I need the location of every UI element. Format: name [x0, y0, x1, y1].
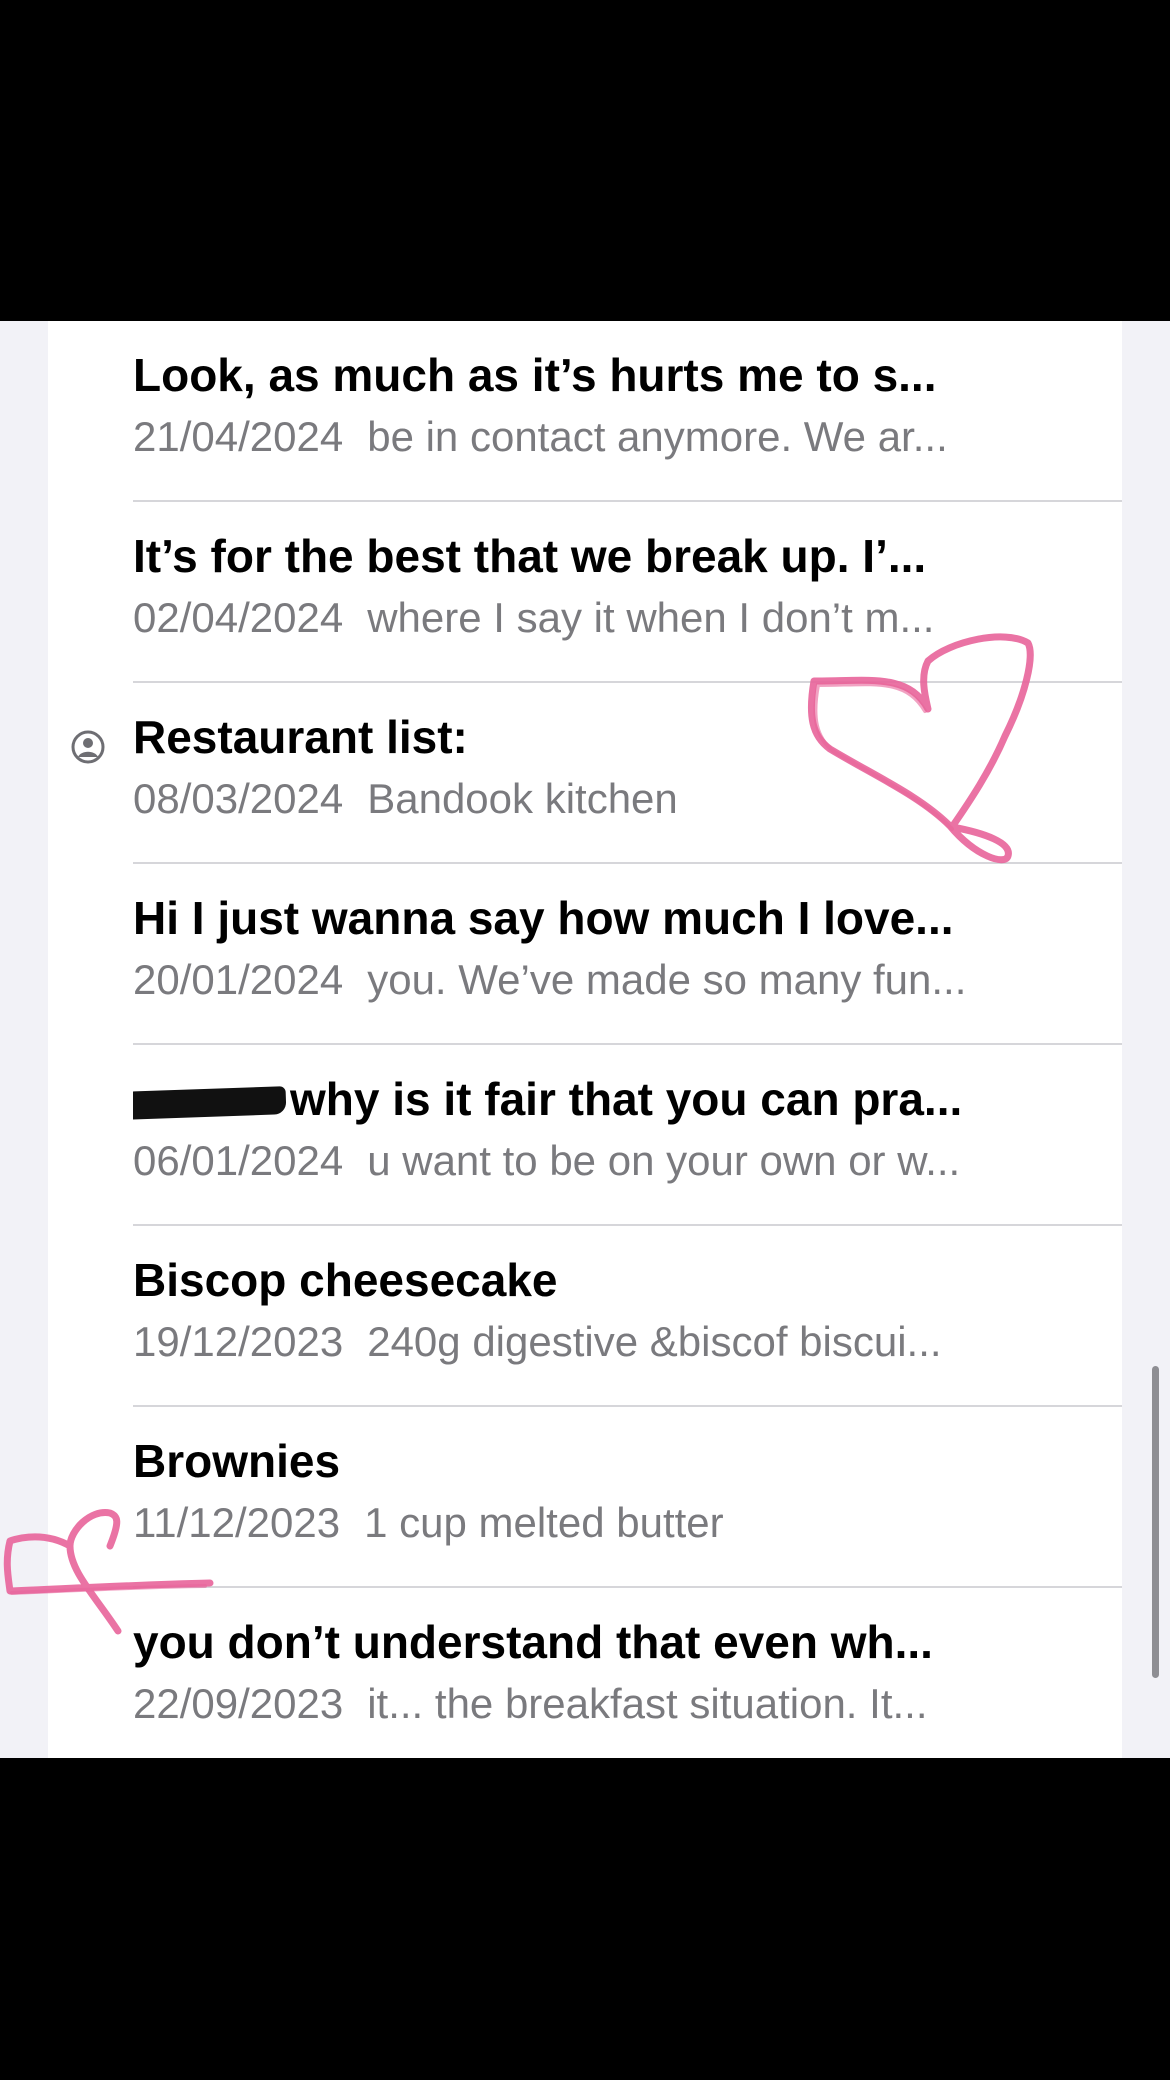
note-row[interactable]: why is it fair that you can pra... 06/01… [48, 1045, 1122, 1226]
note-title: Restaurant list: [133, 711, 468, 763]
note-subtitle: 19/12/2023 240g digestive &biscof biscui.… [133, 1318, 1113, 1366]
note-date: 19/12/2023 [133, 1318, 344, 1365]
note-date: 08/03/2024 [133, 775, 344, 822]
note-preview: you. We’ve made so many fun... [367, 956, 967, 1003]
note-subtitle: 02/04/2024 where I say it when I don’t m.… [133, 594, 1113, 642]
note-preview: Bandook kitchen [367, 775, 678, 822]
note-subtitle: 08/03/2024 Bandook kitchen [133, 775, 1113, 823]
top-black-bar [0, 0, 1170, 321]
note-subtitle: 21/04/2024 be in contact anymore. We ar..… [133, 413, 1113, 461]
note-preview: be in contact anymore. We ar... [367, 413, 948, 460]
person-circle-icon [71, 730, 105, 764]
note-row[interactable]: Biscop cheesecake 19/12/2023 240g digesti… [48, 1226, 1122, 1407]
bottom-black-bar [0, 1758, 1170, 2080]
note-preview: u want to be on your own or w... [367, 1137, 961, 1184]
note-title: Brownies [133, 1435, 341, 1487]
scrollbar[interactable] [1152, 1366, 1159, 1678]
note-preview: 1 cup melted butter [364, 1499, 724, 1546]
note-title: Look, as much as it’s hurts me to s... [133, 349, 937, 401]
note-preview: where I say it when I don’t m... [367, 594, 935, 641]
notes-screen: Look, as much as it’s hurts me to s... 2… [0, 321, 1170, 1758]
note-title: Hi I just wanna say how much I love... [133, 892, 954, 944]
note-row[interactable]: you don’t understand that even wh... 22/… [48, 1588, 1122, 1758]
notes-list: Look, as much as it’s hurts me to s... 2… [48, 321, 1122, 1758]
note-row[interactable]: Look, as much as it’s hurts me to s... 2… [48, 321, 1122, 502]
note-date: 20/01/2024 [133, 956, 344, 1003]
note-row[interactable]: Restaurant list: 08/03/2024 Bandook kitch… [48, 683, 1122, 864]
note-date: 21/04/2024 [133, 413, 344, 460]
note-title: you don’t understand that even wh... [133, 1616, 933, 1668]
note-row[interactable]: It’s for the best that we break up. I’..… [48, 502, 1122, 683]
note-subtitle: 06/01/2024 u want to be on your own or w.… [133, 1137, 1113, 1185]
redaction-scribble [133, 1085, 287, 1120]
note-row[interactable]: Hi I just wanna say how much I love... 2… [48, 864, 1122, 1045]
note-subtitle: 20/01/2024 you. We’ve made so many fun... [133, 956, 1113, 1004]
note-date: 02/04/2024 [133, 594, 344, 641]
note-date: 11/12/2023 [133, 1499, 341, 1546]
note-title: Biscop cheesecake [133, 1254, 558, 1306]
note-title-line: why is it fair that you can pra... [133, 1073, 1093, 1126]
note-date: 06/01/2024 [133, 1137, 344, 1184]
note-title: why is it fair that you can pra... [290, 1073, 963, 1125]
note-row[interactable]: Brownies 11/12/2023 1 cup melted butter [48, 1407, 1122, 1588]
note-preview: it... the breakfast situation. It... [367, 1680, 928, 1727]
note-date: 22/09/2023 [133, 1680, 344, 1727]
note-subtitle: 22/09/2023 it... the breakfast situation.… [133, 1680, 1113, 1728]
note-preview: 240g digestive &biscof biscui... [367, 1318, 942, 1365]
note-subtitle: 11/12/2023 1 cup melted butter [133, 1499, 1113, 1547]
note-title: It’s for the best that we break up. I’..… [133, 530, 927, 582]
